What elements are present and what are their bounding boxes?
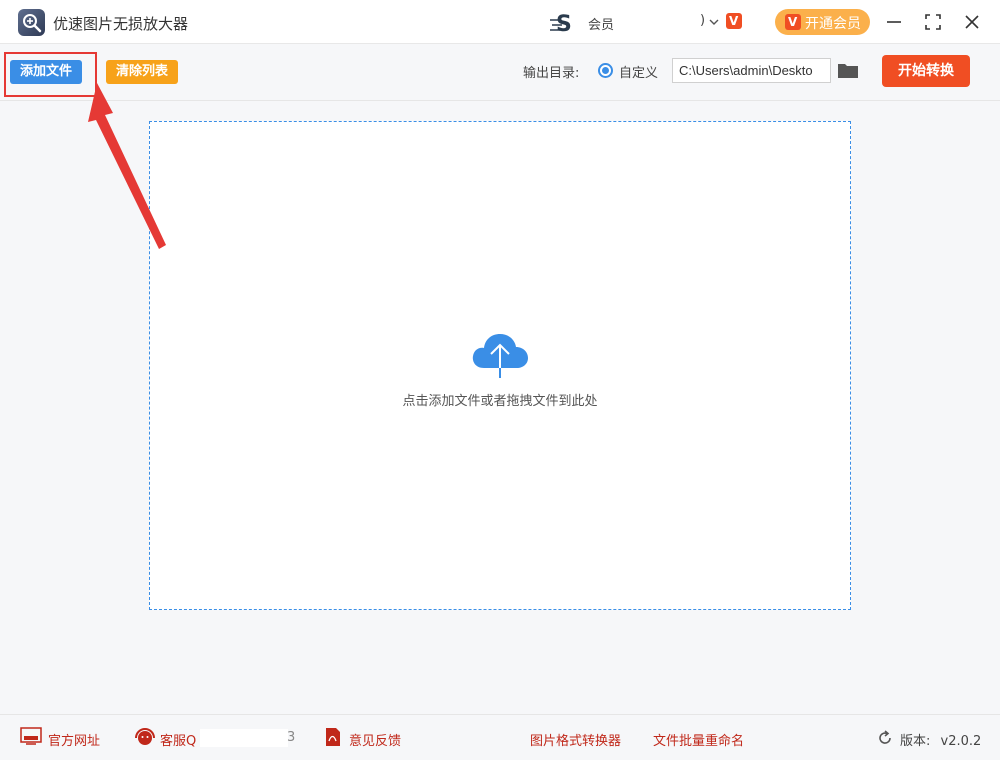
chevron-down-icon[interactable] <box>709 17 719 27</box>
app-title: 优速图片无损放大器 <box>53 15 189 33</box>
folder-icon[interactable] <box>837 61 859 79</box>
toolbar: 添加文件 清除列表 输出目录: 自定义 C:\Users\admin\Deskt… <box>0 45 1000 101</box>
batch-rename-link[interactable]: 文件批量重命名 <box>653 730 744 749</box>
user-name-tail: ) <box>700 13 706 28</box>
maximize-icon[interactable] <box>921 10 945 34</box>
start-convert-button[interactable]: 开始转换 <box>882 55 970 87</box>
feedback-link[interactable]: 意见反馈 <box>349 730 401 749</box>
website-icon <box>20 727 42 745</box>
highlight-annotation <box>4 52 97 97</box>
support-number-tail: 3 <box>287 730 296 745</box>
support-headset-icon <box>135 728 155 745</box>
version-prefix: 版本: <box>900 734 931 749</box>
clear-list-button[interactable]: 清除列表 <box>106 60 178 84</box>
vip-badge-icon: V <box>726 13 742 29</box>
vip-badge-letter: V <box>729 14 739 28</box>
custom-dir-label[interactable]: 自定义 <box>619 62 658 81</box>
vip-icon: V <box>785 14 801 30</box>
user-name[interactable]: 会员 <box>588 14 614 33</box>
file-drop-zone[interactable]: 点击添加文件或者拖拽文件到此处 <box>149 121 851 610</box>
cloud-upload-icon <box>472 334 528 378</box>
redacted-area <box>200 729 288 747</box>
version-value: v2.0.2 <box>940 734 982 749</box>
output-path-field[interactable]: C:\Users\admin\Deskto <box>672 58 831 83</box>
user-logo-icon: S <box>550 12 572 34</box>
output-dir-label: 输出目录: <box>523 66 580 81</box>
format-converter-link[interactable]: 图片格式转换器 <box>530 730 621 749</box>
close-icon[interactable] <box>960 10 984 34</box>
version-label: 版本: v2.0.2 <box>900 730 981 749</box>
title-bar: 优速图片无损放大器 S 会员 ) V V 开通会员 <box>0 0 1000 44</box>
refresh-icon[interactable] <box>877 730 893 746</box>
minimize-icon[interactable] <box>882 10 906 34</box>
support-link[interactable]: 客服Q <box>160 730 196 749</box>
app-logo-icon <box>18 9 45 36</box>
feedback-icon <box>326 728 340 746</box>
vip-icon-letter: V <box>788 15 798 29</box>
custom-dir-radio[interactable] <box>598 63 613 78</box>
open-vip-button[interactable]: V 开通会员 <box>775 9 870 35</box>
open-vip-label: 开通会员 <box>805 16 861 32</box>
footer-bar: 官方网址 客服Q 3 意见反馈 图片格式转换器 文件批量重命名 版本: v2.0… <box>0 714 1000 760</box>
website-link[interactable]: 官方网址 <box>48 730 100 749</box>
drop-hint-text: 点击添加文件或者拖拽文件到此处 <box>402 394 598 409</box>
